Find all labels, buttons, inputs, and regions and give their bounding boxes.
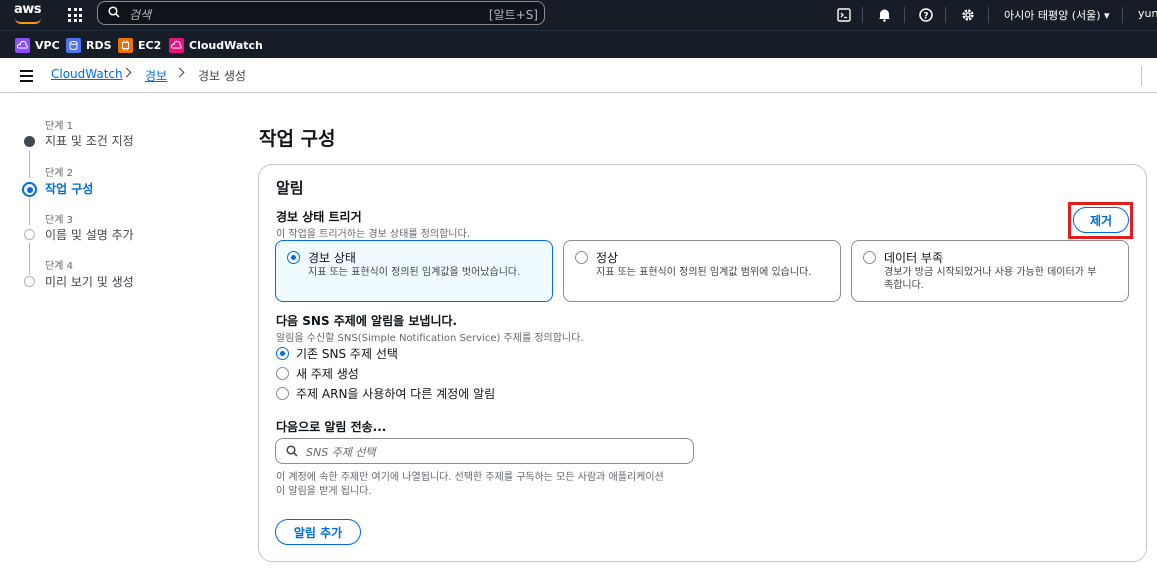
nav-divider: [988, 7, 989, 23]
tile-desc: 지표 또는 표현식이 정의된 임계값 범위에 있습니다.: [596, 267, 812, 278]
page-title: 작업 구성: [259, 128, 336, 150]
tile-desc-line: 경보가 방금 시작되었거나 사용 가능한 데이터가 부: [884, 267, 1097, 278]
tile-title: 경보 상태: [308, 251, 356, 265]
sns-hint-line-2: 이 알림을 받게 됩니다.: [276, 486, 372, 497]
step-1-label: 단계 1: [45, 121, 73, 132]
cloudshell-icon[interactable]: [834, 5, 854, 25]
favorite-ec2[interactable]: EC2: [118, 37, 161, 53]
account-menu[interactable]: yunj: [1138, 7, 1157, 20]
step-2-active-icon: [22, 182, 37, 197]
svg-text:?: ?: [923, 12, 928, 22]
step-2-label: 단계 2: [45, 168, 73, 179]
nav-divider: [945, 7, 946, 23]
nav-divider: [904, 7, 905, 23]
breadcrumb-alarms[interactable]: 경보: [145, 67, 167, 84]
vpc-service-icon: [15, 37, 30, 53]
option-existing-sns-topic[interactable]: 기존 SNS 주제 선택: [296, 345, 398, 362]
radio-new-topic[interactable]: [276, 367, 289, 380]
tile-desc-line: 족합니다.: [884, 280, 924, 291]
notification-card: [258, 164, 1147, 562]
radio-ok[interactable]: [575, 251, 588, 264]
step-3-pending-icon: [24, 229, 35, 240]
favorite-label: CloudWatch: [189, 38, 263, 52]
step-3-title: 이름 및 설명 추가: [45, 228, 134, 242]
search-input[interactable]: 검색 [알트+S]: [97, 1, 545, 25]
step-connector: [29, 151, 30, 178]
search-icon: [108, 6, 120, 18]
sns-topic-placeholder: SNS 주제 선택: [306, 446, 376, 459]
gear-icon[interactable]: [958, 5, 978, 25]
region-selector[interactable]: 아시아 태평양 (서울) ▾: [1004, 7, 1110, 23]
favorite-label: EC2: [138, 38, 162, 52]
search-shortcut: [알트+S]: [488, 8, 538, 22]
search-placeholder: 검색: [129, 8, 152, 22]
card-title: 알림: [276, 179, 304, 197]
step-1-done-icon: [24, 136, 35, 147]
tile-insufficient-data[interactable]: 데이터 부족 경보가 방금 시작되었거나 사용 가능한 데이터가 부 족합니다.: [851, 240, 1129, 302]
hamburger-menu-icon[interactable]: [20, 70, 33, 82]
tile-title: 정상: [596, 251, 619, 265]
tile-desc: 경보가 방금 시작되었거나 사용 가능한 데이터가 부 족합니다.: [884, 266, 1096, 292]
bell-icon[interactable]: [874, 5, 894, 25]
radio-topic-arn[interactable]: [276, 387, 289, 400]
aws-smile-icon: [15, 18, 41, 24]
add-notification-button[interactable]: 알림 추가: [275, 519, 361, 545]
option-topic-arn[interactable]: 주제 ARN을 사용하여 다른 계정에 알림: [296, 385, 495, 402]
ec2-service-icon: [118, 37, 133, 53]
sns-topic-select[interactable]: SNS 주제 선택: [275, 438, 694, 464]
option-new-topic[interactable]: 새 주제 생성: [296, 365, 359, 382]
breadcrumb-cloudwatch[interactable]: CloudWatch: [51, 67, 123, 81]
step-1-title[interactable]: 지표 및 조건 지정: [45, 132, 134, 149]
step-4-title: 미리 보기 및 생성: [45, 275, 134, 289]
chevron-right-icon: [174, 67, 185, 78]
favorite-vpc[interactable]: VPC: [15, 37, 60, 53]
step-connector: [29, 198, 30, 225]
help-icon[interactable]: ?: [916, 5, 936, 25]
breadcrumb-bar: CloudWatch 경보 경보 생성: [0, 58, 1157, 93]
services-grid-icon[interactable]: [68, 8, 82, 22]
tile-title: 데이터 부족: [884, 251, 944, 265]
step-3-label: 단계 3: [45, 215, 73, 226]
alarm-state-trigger-label: 경보 상태 트리거: [276, 210, 362, 224]
chevron-right-icon: [121, 67, 132, 78]
sns-label: 다음 SNS 주제에 알림을 보냅니다.: [276, 314, 458, 328]
nav-divider: [1122, 7, 1123, 23]
favorites-bar: VPC RDS EC2 CloudWatch: [0, 30, 1157, 58]
cloudwatch-service-icon: [169, 37, 184, 53]
aws-logo[interactable]: aws: [14, 3, 44, 27]
radio-insufficient-data[interactable]: [863, 251, 876, 264]
top-navigation: aws 검색 [알트+S] ? 아시아 태평양 (서울) ▾ yunj: [0, 0, 1157, 30]
favorite-label: VPC: [35, 38, 60, 52]
step-4-label: 단계 4: [45, 261, 73, 272]
sns-hint-line-1: 이 계정에 속한 주제만 여기에 나열됩니다. 선택한 주제를 구독하는 모든 …: [276, 472, 664, 483]
favorite-label: RDS: [86, 38, 112, 52]
search-icon: [286, 445, 298, 457]
aws-logo-text: aws: [14, 2, 42, 17]
highlight-box: [1068, 202, 1133, 239]
radio-in-alarm[interactable]: [287, 251, 300, 264]
crumb-divider: [1141, 66, 1142, 86]
breadcrumb-create-alarm: 경보 생성: [198, 69, 246, 83]
step-connector: [29, 243, 30, 275]
favorite-cloudwatch[interactable]: CloudWatch: [169, 37, 263, 53]
tile-desc: 지표 또는 표현식이 정의된 임계값을 벗어났습니다.: [308, 267, 521, 278]
alarm-state-trigger-desc: 이 작업을 트리거하는 경보 상태를 정의합니다.: [276, 229, 470, 240]
send-to-label: 다음으로 알림 전송...: [276, 420, 387, 434]
radio-existing-sns-topic[interactable]: [276, 347, 289, 360]
step-2-title: 작업 구성: [45, 182, 94, 196]
rds-service-icon: [66, 37, 81, 53]
tile-in-alarm[interactable]: 경보 상태 지표 또는 표현식이 정의된 임계값을 벗어났습니다.: [275, 240, 553, 302]
step-4-pending-icon: [24, 276, 35, 287]
tile-ok[interactable]: 정상 지표 또는 표현식이 정의된 임계값 범위에 있습니다.: [563, 240, 841, 302]
nav-divider: [862, 7, 863, 23]
favorite-rds[interactable]: RDS: [66, 37, 112, 53]
sns-desc: 알림을 수신할 SNS(Simple Notification Service)…: [276, 333, 584, 344]
